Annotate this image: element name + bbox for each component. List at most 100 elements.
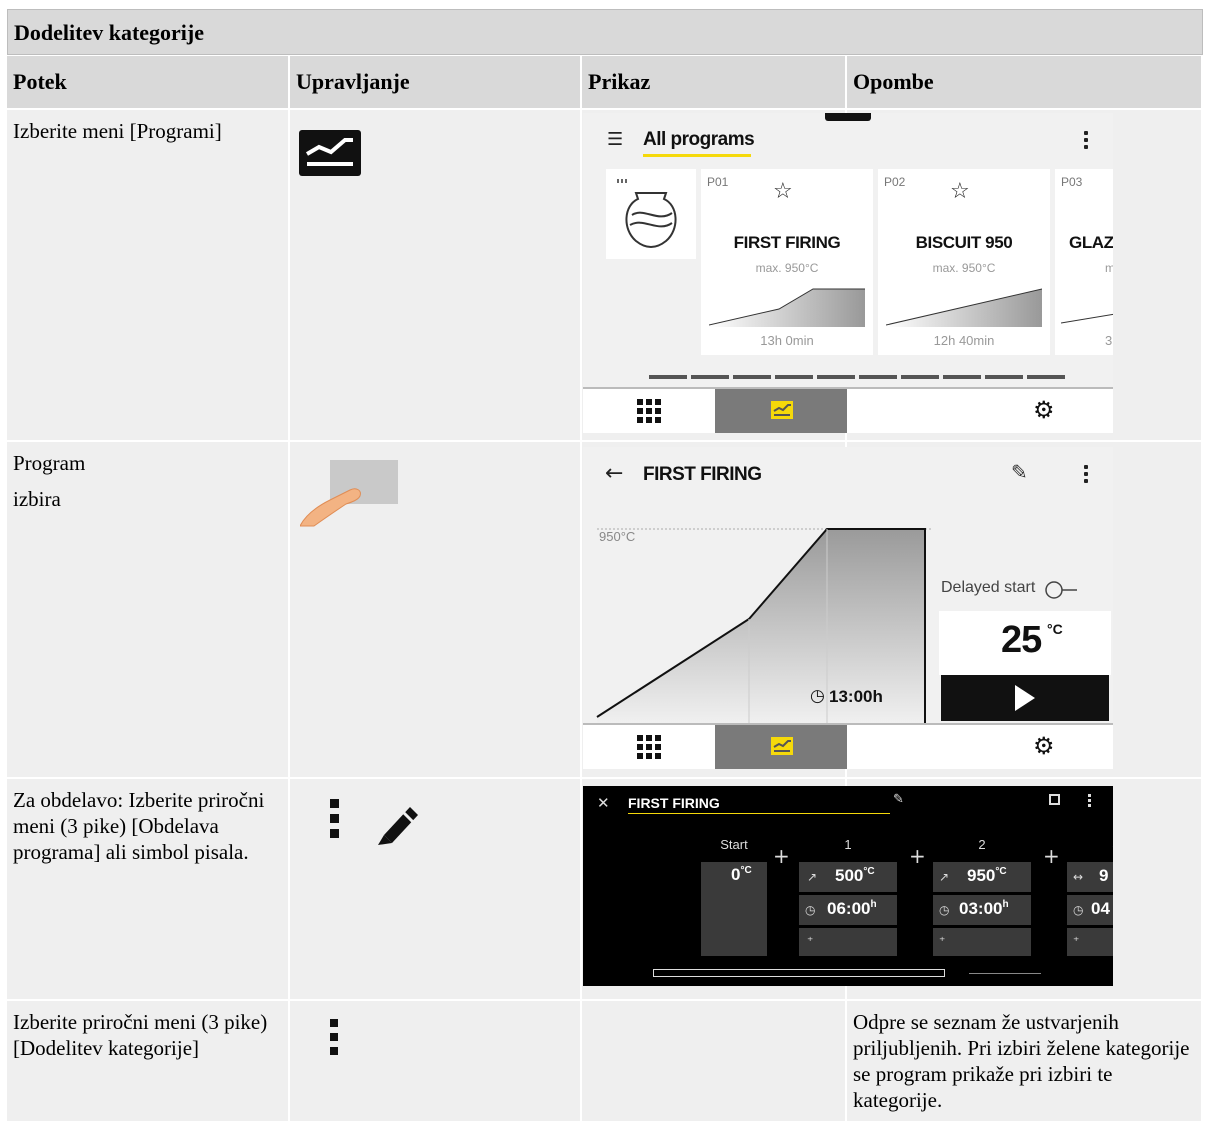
segment-time: 03:00h bbox=[959, 899, 1009, 918]
program-duration: 12h 40min bbox=[933, 333, 995, 348]
nav-programs[interactable] bbox=[715, 725, 847, 769]
clock-icon: ◷ bbox=[1073, 903, 1084, 917]
apps-grid-icon bbox=[637, 399, 661, 423]
screen-program-editor: ✕ FIRST FIRING ✎ Start 0°C + 1 ↗ 500°C ◷… bbox=[583, 786, 1113, 986]
title-underline bbox=[643, 154, 751, 157]
segment-temp: 950°C bbox=[967, 866, 1007, 885]
tab-notch bbox=[825, 113, 871, 121]
control-cell bbox=[290, 779, 582, 999]
gear-icon: ⚙ bbox=[1033, 732, 1055, 760]
header-prikaz: Prikaz bbox=[582, 56, 847, 108]
pencil-icon[interactable]: ✎ bbox=[1011, 460, 1028, 484]
clock-icon: ◷ bbox=[805, 903, 816, 917]
program-max-temp: max. 950°C bbox=[755, 261, 819, 275]
bottom-nav: ⚙ bbox=[583, 387, 1113, 433]
kebab-menu-icon[interactable] bbox=[1088, 794, 1091, 809]
header-row: Potek Upravljanje Prikaz Opombe bbox=[7, 56, 1203, 108]
program-curve-preview bbox=[709, 288, 865, 327]
segment-label: 1 bbox=[844, 837, 852, 852]
gear-icon: ⚙ bbox=[1033, 396, 1055, 424]
kebab-menu-icon[interactable] bbox=[1084, 465, 1088, 486]
header-potek: Potek bbox=[7, 56, 290, 108]
start-value: 0°C bbox=[731, 865, 752, 884]
kiln-image-card bbox=[606, 169, 696, 259]
control-cell bbox=[290, 1001, 582, 1121]
program-curve-icon bbox=[299, 130, 361, 176]
add-segment-button[interactable]: + bbox=[773, 844, 790, 868]
scroll-track bbox=[969, 973, 1041, 974]
pencil-icon[interactable]: ✎ bbox=[893, 792, 904, 807]
program-id: P03 bbox=[1061, 175, 1083, 189]
segment-extra-box[interactable] bbox=[933, 928, 1031, 956]
screen-title: All programs bbox=[643, 129, 755, 150]
nav-apps[interactable] bbox=[583, 389, 715, 433]
apps-grid-icon bbox=[637, 735, 661, 759]
delayed-start-toggle[interactable] bbox=[1045, 581, 1079, 599]
star-icon[interactable]: ☆ bbox=[773, 179, 793, 204]
segment-label: 2 bbox=[978, 837, 986, 852]
delayed-start-label: Delayed start bbox=[941, 579, 1036, 596]
clock-icon: ◷ bbox=[810, 686, 825, 706]
step-line-2: izbira bbox=[13, 487, 61, 511]
program-card[interactable]: P01 ☆ FIRST FIRING max. 950°C 13h 0min bbox=[701, 169, 873, 355]
vase-icon bbox=[617, 179, 677, 248]
segment-time: 04 bbox=[1091, 899, 1110, 918]
kebab-menu-icon bbox=[330, 799, 339, 838]
program-card[interactable]: P02 ☆ BISCUIT 950 max. 950°C 12h 40min bbox=[878, 169, 1050, 355]
program-curve-preview bbox=[886, 288, 1042, 327]
header-opombe: Opombe bbox=[847, 56, 1203, 108]
display-cell bbox=[582, 1001, 847, 1121]
kebab-menu-icon[interactable] bbox=[1084, 131, 1088, 152]
program-duration: 13h 0min bbox=[760, 333, 814, 348]
program-max-temp: m bbox=[1105, 261, 1113, 275]
title-underline bbox=[628, 813, 890, 814]
header-upravljanje: Upravljanje bbox=[290, 56, 582, 108]
program-id: P02 bbox=[884, 175, 906, 189]
step-text: Program izbira bbox=[7, 442, 290, 777]
nav-settings[interactable]: ⚙ bbox=[847, 389, 1113, 433]
control-cell bbox=[290, 442, 582, 777]
program-card[interactable]: P03 GLAZE m 3 bbox=[1055, 169, 1113, 355]
segment-extra-box[interactable] bbox=[799, 928, 897, 956]
nav-programs[interactable] bbox=[715, 389, 847, 433]
list-icon[interactable]: ☰ bbox=[607, 129, 623, 150]
program-curve-icon bbox=[771, 401, 793, 419]
nav-settings[interactable]: ⚙ bbox=[847, 725, 1113, 769]
close-icon[interactable]: ✕ bbox=[597, 794, 610, 812]
start-label: Start bbox=[720, 837, 748, 852]
back-arrow-icon[interactable]: ← bbox=[605, 461, 623, 486]
ramp-icon: ↗ bbox=[939, 870, 950, 884]
tap-gesture-icon bbox=[300, 460, 398, 527]
segment-temp: 9 bbox=[1099, 866, 1109, 885]
program-name: FIRST FIRING bbox=[733, 233, 841, 252]
step-text: Izberite priročni meni (3 pike) [Dodelit… bbox=[7, 1001, 290, 1121]
step-text: Za obdelavo: Izberite priročni meni (3 p… bbox=[7, 779, 290, 999]
program-id: P01 bbox=[707, 175, 729, 189]
duration-label: 13:00h bbox=[829, 687, 883, 706]
add-event-icon: ⁺ bbox=[807, 934, 814, 948]
pencil-icon bbox=[378, 807, 418, 845]
program-name: BISCUIT 950 bbox=[915, 233, 1013, 252]
current-temperature-box: 25 °C bbox=[939, 611, 1111, 675]
notes-cell: Odpre se seznam že ustvarjenih priljublj… bbox=[847, 1001, 1203, 1121]
nav-apps[interactable] bbox=[583, 725, 715, 769]
save-icon[interactable] bbox=[1049, 794, 1060, 805]
step-text: Izberite meni [Programi] bbox=[7, 110, 290, 440]
horizontal-scrollbar[interactable] bbox=[653, 969, 945, 977]
add-segment-button[interactable]: + bbox=[1043, 844, 1060, 868]
table-row: Izberite priročni meni (3 pike) [Dodelit… bbox=[7, 1001, 1203, 1121]
ramp-icon: ↗ bbox=[807, 870, 818, 884]
star-icon[interactable]: ☆ bbox=[950, 179, 970, 204]
add-event-icon: ⁺ bbox=[939, 934, 946, 948]
play-icon bbox=[1015, 685, 1035, 711]
screen-all-programs: ☰ All programs P01 ☆ FIRST FIRING max. 9… bbox=[583, 113, 1113, 433]
start-button[interactable] bbox=[941, 675, 1109, 721]
screen-title: FIRST FIRING bbox=[643, 464, 762, 485]
step-line-1: Program bbox=[13, 451, 86, 475]
clock-icon: ◷ bbox=[939, 903, 950, 917]
program-max-temp: max. 950°C bbox=[932, 261, 996, 275]
add-segment-button[interactable]: + bbox=[909, 844, 926, 868]
add-event-icon: ⁺ bbox=[1073, 934, 1080, 948]
screen-title: FIRST FIRING bbox=[628, 795, 720, 811]
program-duration: 3 bbox=[1105, 333, 1113, 348]
